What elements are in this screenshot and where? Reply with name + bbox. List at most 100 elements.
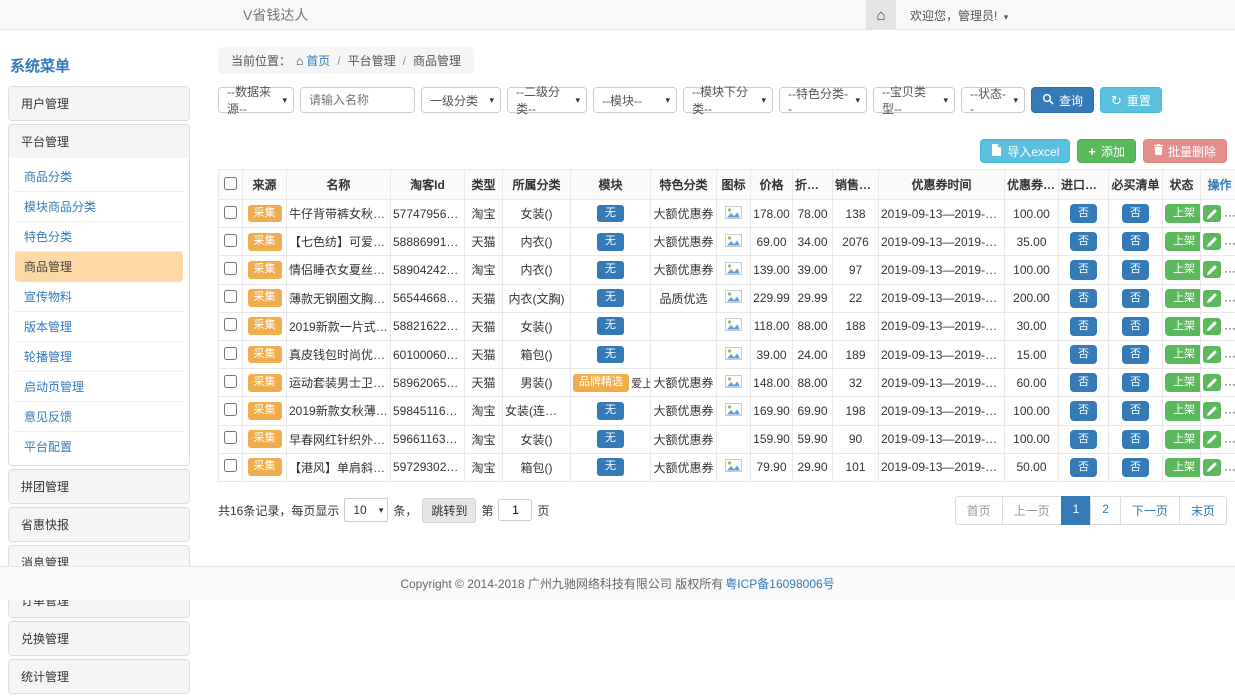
row-checkbox[interactable] [224,347,237,360]
filter-select-status[interactable]: --状态--▾ [961,87,1025,113]
must-buy-toggle[interactable]: 否 [1122,345,1149,364]
sidebar-item-promo-materials[interactable]: 宣传物料 [15,282,183,312]
thumbnail-cell [717,200,751,228]
module-cell: 无 [571,453,651,481]
edit-button[interactable] [1203,290,1221,307]
page-1-button[interactable]: 1 [1061,496,1092,525]
status-button[interactable]: 上架 [1165,401,1201,420]
sidebar-item-splash-page-management[interactable]: 启动页管理 [15,372,183,402]
user-menu[interactable]: 欢迎您，管理员! ▾ [910,7,1008,24]
edit-button[interactable] [1203,261,1221,278]
edit-button[interactable] [1203,431,1221,448]
per-page-select[interactable]: 10 ▾ [344,498,388,522]
import-pick-toggle[interactable]: 否 [1070,430,1097,449]
status-button[interactable]: 上架 [1165,260,1201,279]
row-checkbox[interactable] [224,459,237,472]
breadcrumb-home-link[interactable]: 首页 [306,54,330,68]
add-button[interactable]: + 添加 [1077,139,1136,163]
jump-button[interactable]: 跳转到 [422,498,476,523]
row-checkbox[interactable] [224,403,237,416]
row-checkbox[interactable] [224,318,237,331]
row-checkbox[interactable] [224,262,237,275]
edit-button[interactable] [1203,318,1221,335]
search-button[interactable]: 查询 [1031,87,1094,113]
must-buy-toggle[interactable]: 否 [1122,317,1149,336]
sidebar-section-stats-management[interactable]: 统计管理 [9,660,189,693]
status-button[interactable]: 上架 [1165,317,1201,336]
filter-select-feature-category[interactable]: --特色分类--▾ [779,87,867,113]
sidebar-item-product-management[interactable]: 商品管理 [15,252,183,282]
must-buy-toggle[interactable]: 否 [1122,430,1149,449]
edit-button[interactable] [1203,205,1221,222]
status-button[interactable]: 上架 [1165,373,1201,392]
must-buy-toggle[interactable]: 否 [1122,458,1149,477]
select-all-checkbox[interactable] [224,177,237,190]
status-button[interactable]: 上架 [1165,289,1201,308]
must-buy-toggle[interactable]: 否 [1122,232,1149,251]
table-header-row: 来源名称淘客Id类型所属分类模块特色分类图标价格折后价销售数量优惠券时间优惠券金… [219,170,1235,200]
import-pick-toggle[interactable]: 否 [1070,204,1097,223]
icp-link[interactable]: 粤ICP备16098006号 [725,575,834,592]
filter-select-module[interactable]: --模块--▾ [593,87,677,113]
must-buy-toggle[interactable]: 否 [1122,260,1149,279]
sidebar-section-exchange-management[interactable]: 兑换管理 [9,622,189,655]
sidebar-item-version-management[interactable]: 版本管理 [15,312,183,342]
row-checkbox[interactable] [224,431,237,444]
status-button[interactable]: 上架 [1165,232,1201,251]
edit-button[interactable] [1203,233,1221,250]
filter-select-module-subcategory[interactable]: --模块下分类--▾ [683,87,773,113]
filter-select-level1-category[interactable]: 一级分类▾ [421,87,501,113]
row-checkbox[interactable] [224,290,237,303]
sidebar-section-user-management[interactable]: 用户管理 [9,87,189,120]
must-buy-toggle[interactable]: 否 [1122,373,1149,392]
edit-button[interactable] [1203,459,1221,476]
must-buy-toggle[interactable]: 否 [1122,204,1149,223]
coupon-amount: 60.00 [1005,369,1059,397]
import-pick-toggle[interactable]: 否 [1070,260,1097,279]
must-buy-toggle[interactable]: 否 [1122,401,1149,420]
import-pick-toggle[interactable]: 否 [1070,345,1097,364]
edit-button[interactable] [1203,402,1221,419]
batch-delete-button[interactable]: 批量删除 [1143,139,1227,163]
name-search-input[interactable] [300,87,415,113]
status-button[interactable]: 上架 [1165,204,1201,223]
status-button[interactable]: 上架 [1165,430,1201,449]
sidebar-section-groupbuy-management[interactable]: 拼团管理 [9,470,189,503]
filter-select-item-type[interactable]: --宝贝类型--▾ [873,87,955,113]
discount-price: 39.00 [793,256,833,284]
import-pick-toggle[interactable]: 否 [1070,232,1097,251]
sidebar-section-savings-express[interactable]: 省惠快报 [9,508,189,541]
row-checkbox[interactable] [224,375,237,388]
page-2-button[interactable]: 2 [1090,496,1121,525]
must-buy-toggle[interactable]: 否 [1122,289,1149,308]
page-last-button[interactable]: 末页 [1179,496,1227,525]
edit-button[interactable] [1203,346,1221,363]
filter-select-level2-category[interactable]: --二级分类--▾ [507,87,587,113]
edit-button[interactable] [1203,374,1221,391]
sidebar-section-platform-management[interactable]: 平台管理 [9,125,189,158]
sidebar-item-feedback[interactable]: 意见反馈 [15,402,183,432]
import-excel-button[interactable]: 导入excel [980,139,1070,163]
row-checkbox[interactable] [224,206,237,219]
sidebar-item-platform-config[interactable]: 平台配置 [15,432,183,461]
import-pick-toggle[interactable]: 否 [1070,458,1097,477]
import-pick-toggle[interactable]: 否 [1070,401,1097,420]
import-pick-toggle[interactable]: 否 [1070,373,1097,392]
filter-select-data-source[interactable]: --数据来源--▾ [218,87,294,113]
sidebar-item-module-product-category[interactable]: 模块商品分类 [15,192,183,222]
row-checkbox[interactable] [224,234,237,247]
page-prev-button[interactable]: 上一页 [1002,496,1062,525]
jump-page-input[interactable] [498,499,532,521]
page-first-button[interactable]: 首页 [955,496,1003,525]
reset-button[interactable]: ↻重置 [1100,87,1162,113]
sidebar-item-product-category[interactable]: 商品分类 [15,162,183,192]
import-pick-toggle[interactable]: 否 [1070,289,1097,308]
import-pick-toggle[interactable]: 否 [1070,317,1097,336]
sidebar-item-feature-category[interactable]: 特色分类 [15,222,183,252]
status-button[interactable]: 上架 [1165,345,1201,364]
home-button[interactable]: ⌂ [866,0,896,30]
page-next-button[interactable]: 下一页 [1120,496,1180,525]
sidebar-item-carousel-management[interactable]: 轮播管理 [15,342,183,372]
status-cell: 上架 [1163,425,1201,453]
status-button[interactable]: 上架 [1165,458,1201,477]
